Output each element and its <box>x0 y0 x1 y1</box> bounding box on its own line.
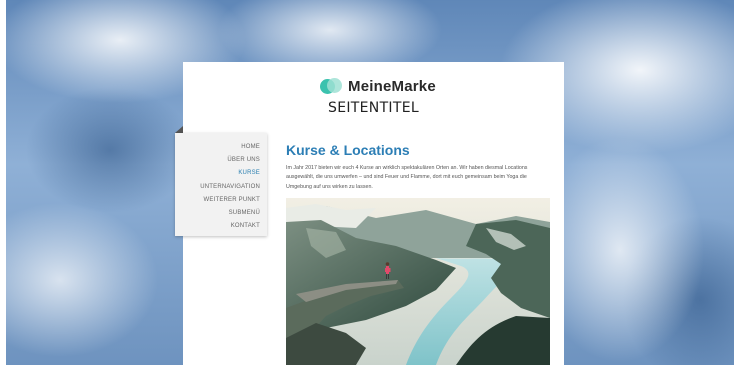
nav-item-unternavigation[interactable]: UNTERNAVIGATION <box>175 181 267 194</box>
nav-tab-fold <box>175 126 183 133</box>
nav-item-kurse[interactable]: KURSE <box>175 167 267 180</box>
nav-item-kontakt[interactable]: KONTAKT <box>175 220 267 233</box>
fjord-cliff-landscape-image <box>286 198 550 365</box>
main-navigation: HOME ÜBER UNS KURSE UNTERNAVIGATION WEIT… <box>175 133 267 236</box>
nav-item-home[interactable]: HOME <box>175 141 267 154</box>
brand-name: MeineMarke <box>348 77 436 95</box>
nav-item-ueber-uns[interactable]: ÜBER UNS <box>175 154 267 167</box>
nav-item-submenue[interactable]: SUBMENÜ <box>175 207 267 220</box>
nav-item-weiterer-punkt[interactable]: WEITERER PUNKT <box>175 194 267 207</box>
intro-text: Im Jahr 2017 bieten wir euch 4 Kurse an … <box>286 165 528 190</box>
page-title: SEITENTITEL <box>328 100 419 116</box>
overlapping-circles-logo-icon <box>320 78 342 94</box>
left-edge <box>0 0 6 365</box>
right-edge <box>734 0 738 365</box>
section-heading: Kurse & Locations <box>286 142 410 158</box>
brand-logo[interactable]: MeineMarke <box>320 75 436 97</box>
